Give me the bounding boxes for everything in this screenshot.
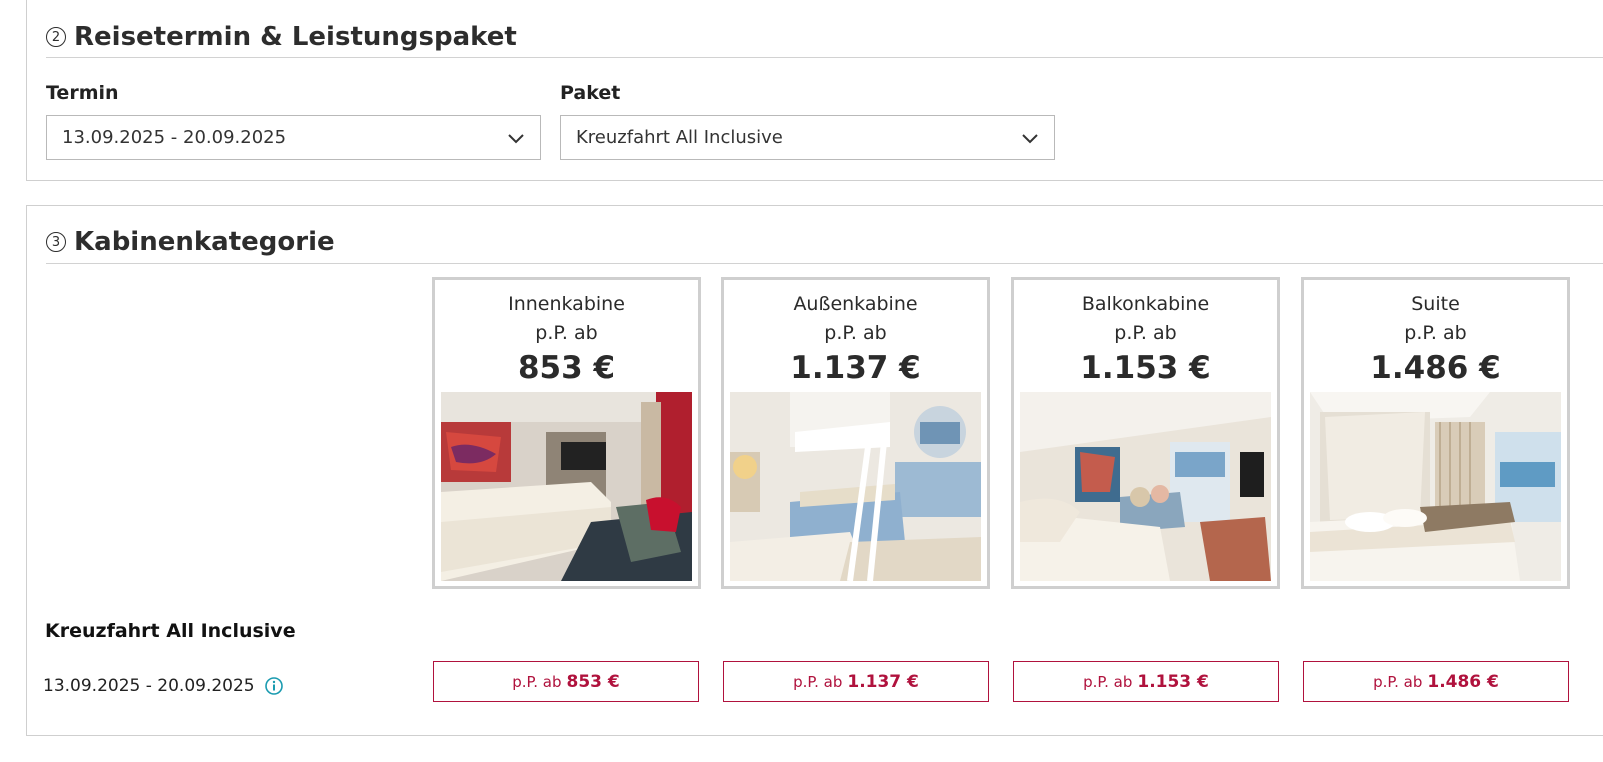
cabin-card-innenkabine[interactable]: Innenkabine p.P. ab 853 € [432,277,701,589]
cabin-name: Balkonkabine [1081,293,1210,315]
chevron-down-icon [508,134,524,144]
price-button-aussenkabine[interactable]: p.P. ab 1.137 € [723,661,989,702]
cabin-card-aussenkabine[interactable]: Außenkabine p.P. ab 1.137 € [721,277,990,589]
price-button-amount: 1.486 € [1427,671,1499,692]
paket-select-value: Kreuzfahrt All Inclusive [576,127,783,148]
date-range-text: 13.09.2025 - 20.09.2025 [43,676,255,696]
price-button-innenkabine[interactable]: p.P. ab 853 € [433,661,699,702]
cabin-price: 1.486 € [1370,350,1501,386]
price-button-amount: 853 € [566,671,620,692]
circled-number-icon: 2 [46,27,66,47]
circled-number-icon: 3 [46,232,66,252]
termin-select[interactable]: 13.09.2025 - 20.09.2025 [46,115,541,160]
chevron-down-icon [1022,134,1038,144]
cabin-photo-balkonkabine [1020,392,1271,581]
section-title-cabin: 3 Kabinenkategorie [46,227,335,257]
cabin-price: 853 € [517,350,616,386]
cabin-category-panel: 3 Kabinenkategorie Innenkabine p.P. ab 8… [26,205,1603,736]
price-button-suite[interactable]: p.P. ab 1.486 € [1303,661,1569,702]
cabin-photo-innenkabine [441,392,692,581]
date-range-row: 13.09.2025 - 20.09.2025 [43,676,283,696]
info-icon[interactable] [264,677,283,695]
cabin-name: Suite [1411,293,1460,315]
cabin-photo-aussenkabine [730,392,981,581]
termin-select-value: 13.09.2025 - 20.09.2025 [62,127,287,148]
price-button-prefix: p.P. ab [1373,672,1423,691]
cabin-price-prefix: p.P. ab [535,322,598,344]
termin-label: Termin [46,82,119,104]
cabin-name: Außenkabine [793,293,918,315]
section-title-cabin-text: Kabinenkategorie [74,227,335,257]
cabin-name: Innenkabine [508,293,625,315]
price-button-prefix: p.P. ab [793,672,843,691]
cabin-card-balkonkabine[interactable]: Balkonkabine p.P. ab 1.153 € [1011,277,1280,589]
section-title-travel: 2 Reisetermin & Leistungspaket [46,22,517,52]
section-divider [46,57,1603,58]
section-divider [46,263,1603,264]
travel-date-package-panel: 2 Reisetermin & Leistungspaket Termin 13… [26,0,1603,181]
paket-select[interactable]: Kreuzfahrt All Inclusive [560,115,1055,160]
cabin-price: 1.137 € [790,350,921,386]
price-button-prefix: p.P. ab [512,672,562,691]
cabin-price-prefix: p.P. ab [1404,322,1467,344]
cabin-price: 1.153 € [1080,350,1211,386]
price-button-amount: 1.153 € [1137,671,1209,692]
cabin-price-prefix: p.P. ab [1114,322,1177,344]
price-button-balkonkabine[interactable]: p.P. ab 1.153 € [1013,661,1279,702]
price-button-prefix: p.P. ab [1083,672,1133,691]
price-button-amount: 1.137 € [847,671,919,692]
cabin-price-prefix: p.P. ab [824,322,887,344]
cabin-card-suite[interactable]: Suite p.P. ab 1.486 € [1301,277,1570,589]
section-title-travel-text: Reisetermin & Leistungspaket [74,22,517,52]
package-name: Kreuzfahrt All Inclusive [45,620,296,642]
cabin-photo-suite [1310,392,1561,581]
paket-label: Paket [560,82,621,104]
